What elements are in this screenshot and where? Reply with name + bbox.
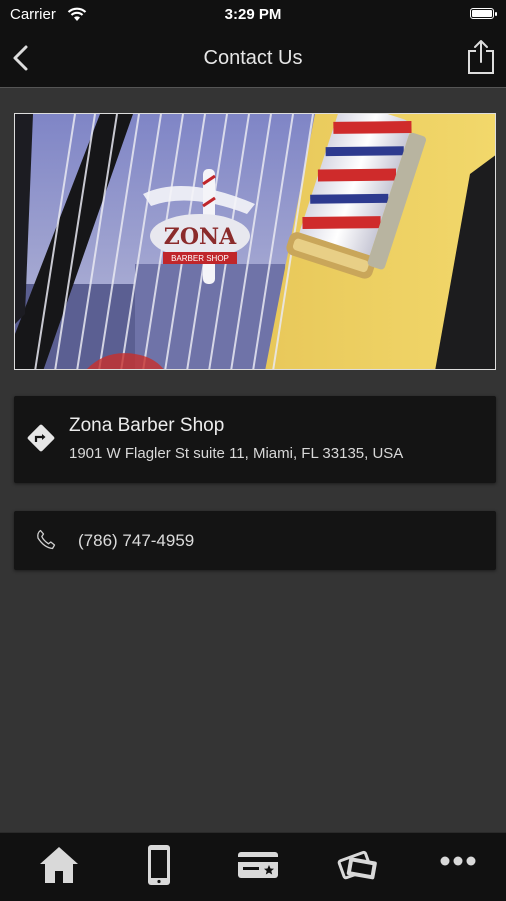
phone-number: (786) 747-4959: [78, 531, 195, 550]
share-icon[interactable]: [466, 38, 496, 76]
tab-more[interactable]: [407, 833, 506, 901]
tab-bar: [0, 832, 506, 901]
svg-text:ZONA: ZONA: [164, 224, 237, 250]
directions-icon: [27, 424, 55, 452]
phone-icon: [37, 529, 56, 550]
battery-icon: [470, 8, 497, 19]
phone-card[interactable]: (786) 747-4959: [14, 511, 496, 570]
business-name: Zona Barber Shop: [69, 415, 225, 436]
tab-card[interactable]: [207, 833, 308, 901]
tab-mobile[interactable]: [108, 833, 209, 901]
mobile-phone-icon: [147, 845, 170, 885]
status-time: 3:29 PM: [224, 6, 282, 23]
svg-text:BARBER SHOP: BARBER SHOP: [171, 254, 229, 263]
tab-tickets[interactable]: [307, 833, 408, 901]
status-bar: Carrier 3:29 PM: [0, 0, 506, 30]
card-icon: [237, 852, 278, 878]
business-address: 1901 W Flagler St suite 11, Miami, FL 33…: [69, 445, 404, 462]
more-icon: [440, 856, 475, 866]
page-title: Contact Us: [203, 47, 303, 69]
tab-home[interactable]: [8, 833, 109, 901]
storefront-photo: ZONA BARBER SHOP: [14, 113, 496, 370]
nav-bar: Contact Us: [0, 30, 506, 88]
home-icon: [39, 847, 78, 883]
address-card[interactable]: Zona Barber Shop 1901 W Flagler St suite…: [14, 396, 496, 483]
tickets-icon: [337, 850, 377, 880]
